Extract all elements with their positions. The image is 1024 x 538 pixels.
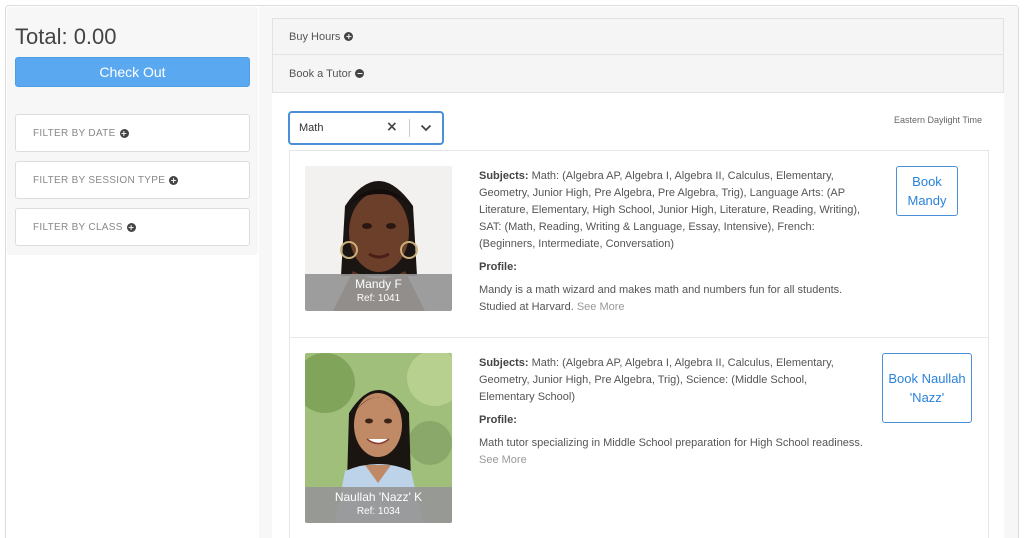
plus-circle-icon: + bbox=[169, 175, 179, 185]
plus-circle-icon: + bbox=[344, 32, 354, 41]
tutor-subjects: Subjects: Math: (Algebra AP, Algebra I, … bbox=[479, 168, 864, 253]
timezone-label: Eastern Daylight Time bbox=[894, 115, 983, 125]
tutor-name: Naullah 'Nazz' K bbox=[334, 490, 423, 504]
tutor-photo: Naullah 'Nazz' K Ref: 1034 bbox=[305, 353, 452, 523]
subjects-label: Subjects: bbox=[479, 170, 529, 182]
book-tutor-button[interactable]: Book Naullah 'Nazz' bbox=[882, 353, 972, 423]
tutor-subjects: Subjects: Math: (Algebra AP, Algebra I, … bbox=[479, 355, 864, 406]
book-tutor-label: Book a Tutor bbox=[289, 67, 352, 80]
plus-circle-icon: + bbox=[126, 222, 136, 232]
filter-by-date[interactable]: FILTER BY DATE + bbox=[15, 114, 250, 152]
filter-by-session-type[interactable]: FILTER BY SESSION TYPE + bbox=[15, 161, 250, 199]
profile-heading: Profile: bbox=[479, 259, 864, 276]
filter-label: FILTER BY CLASS bbox=[33, 221, 123, 233]
minus-circle-icon: − bbox=[355, 69, 365, 78]
profile-label: Profile: bbox=[479, 414, 517, 426]
subjects-text: Math: (Algebra AP, Algebra I, Algebra II… bbox=[479, 170, 861, 250]
filter-label: FILTER BY DATE bbox=[33, 127, 116, 139]
select-separator bbox=[409, 119, 410, 137]
subjects-text: Math: (Algebra AP, Algebra I, Algebra II… bbox=[479, 357, 834, 403]
buy-hours-panel-header[interactable]: Buy Hours + bbox=[272, 18, 1004, 55]
tutor-name-band: Mandy F Ref: 1041 bbox=[305, 274, 452, 311]
profile-text: Math tutor specializing in Middle School… bbox=[479, 437, 863, 449]
tutor-name-band: Naullah 'Nazz' K Ref: 1034 bbox=[305, 487, 452, 523]
filter-label: FILTER BY SESSION TYPE bbox=[33, 174, 166, 186]
book-tutor-panel-header[interactable]: Book a Tutor − bbox=[272, 55, 1004, 93]
tutor-description: Subjects: Math: (Algebra AP, Algebra I, … bbox=[479, 168, 864, 316]
subject-select[interactable]: Math × bbox=[288, 111, 444, 145]
tutor-photo: Mandy F Ref: 1041 bbox=[305, 166, 452, 311]
tutor-profile: Math tutor specializing in Middle School… bbox=[479, 435, 864, 469]
checkout-button[interactable]: Check Out bbox=[15, 57, 250, 87]
cart-total: Total: 0.00 bbox=[15, 24, 117, 49]
tutor-divider bbox=[290, 337, 988, 338]
profile-heading: Profile: bbox=[479, 412, 864, 429]
tutor-description: Subjects: Math: (Algebra AP, Algebra I, … bbox=[479, 355, 864, 469]
see-more-link[interactable]: See More bbox=[577, 301, 625, 313]
chevron-down-icon[interactable] bbox=[420, 119, 432, 140]
tutor-ref: Ref: 1041 bbox=[356, 293, 401, 304]
buy-hours-label: Buy Hours bbox=[289, 30, 341, 43]
see-more-link[interactable]: See More bbox=[479, 454, 527, 466]
book-tutor-button[interactable]: Book Mandy bbox=[896, 166, 958, 216]
tutor-profile: Mandy is a math wizard and makes math an… bbox=[479, 282, 864, 316]
subject-select-value: Math bbox=[299, 122, 324, 134]
plus-circle-icon: + bbox=[119, 128, 129, 138]
clear-icon[interactable]: × bbox=[386, 119, 398, 135]
tutor-ref: Ref: 1034 bbox=[356, 506, 401, 517]
subjects-label: Subjects: bbox=[479, 357, 529, 369]
filter-by-class[interactable]: FILTER BY CLASS + bbox=[15, 208, 250, 246]
profile-label: Profile: bbox=[479, 261, 517, 273]
profile-text: Mandy is a math wizard and makes math an… bbox=[479, 284, 843, 313]
tutor-name: Mandy F bbox=[355, 277, 402, 291]
